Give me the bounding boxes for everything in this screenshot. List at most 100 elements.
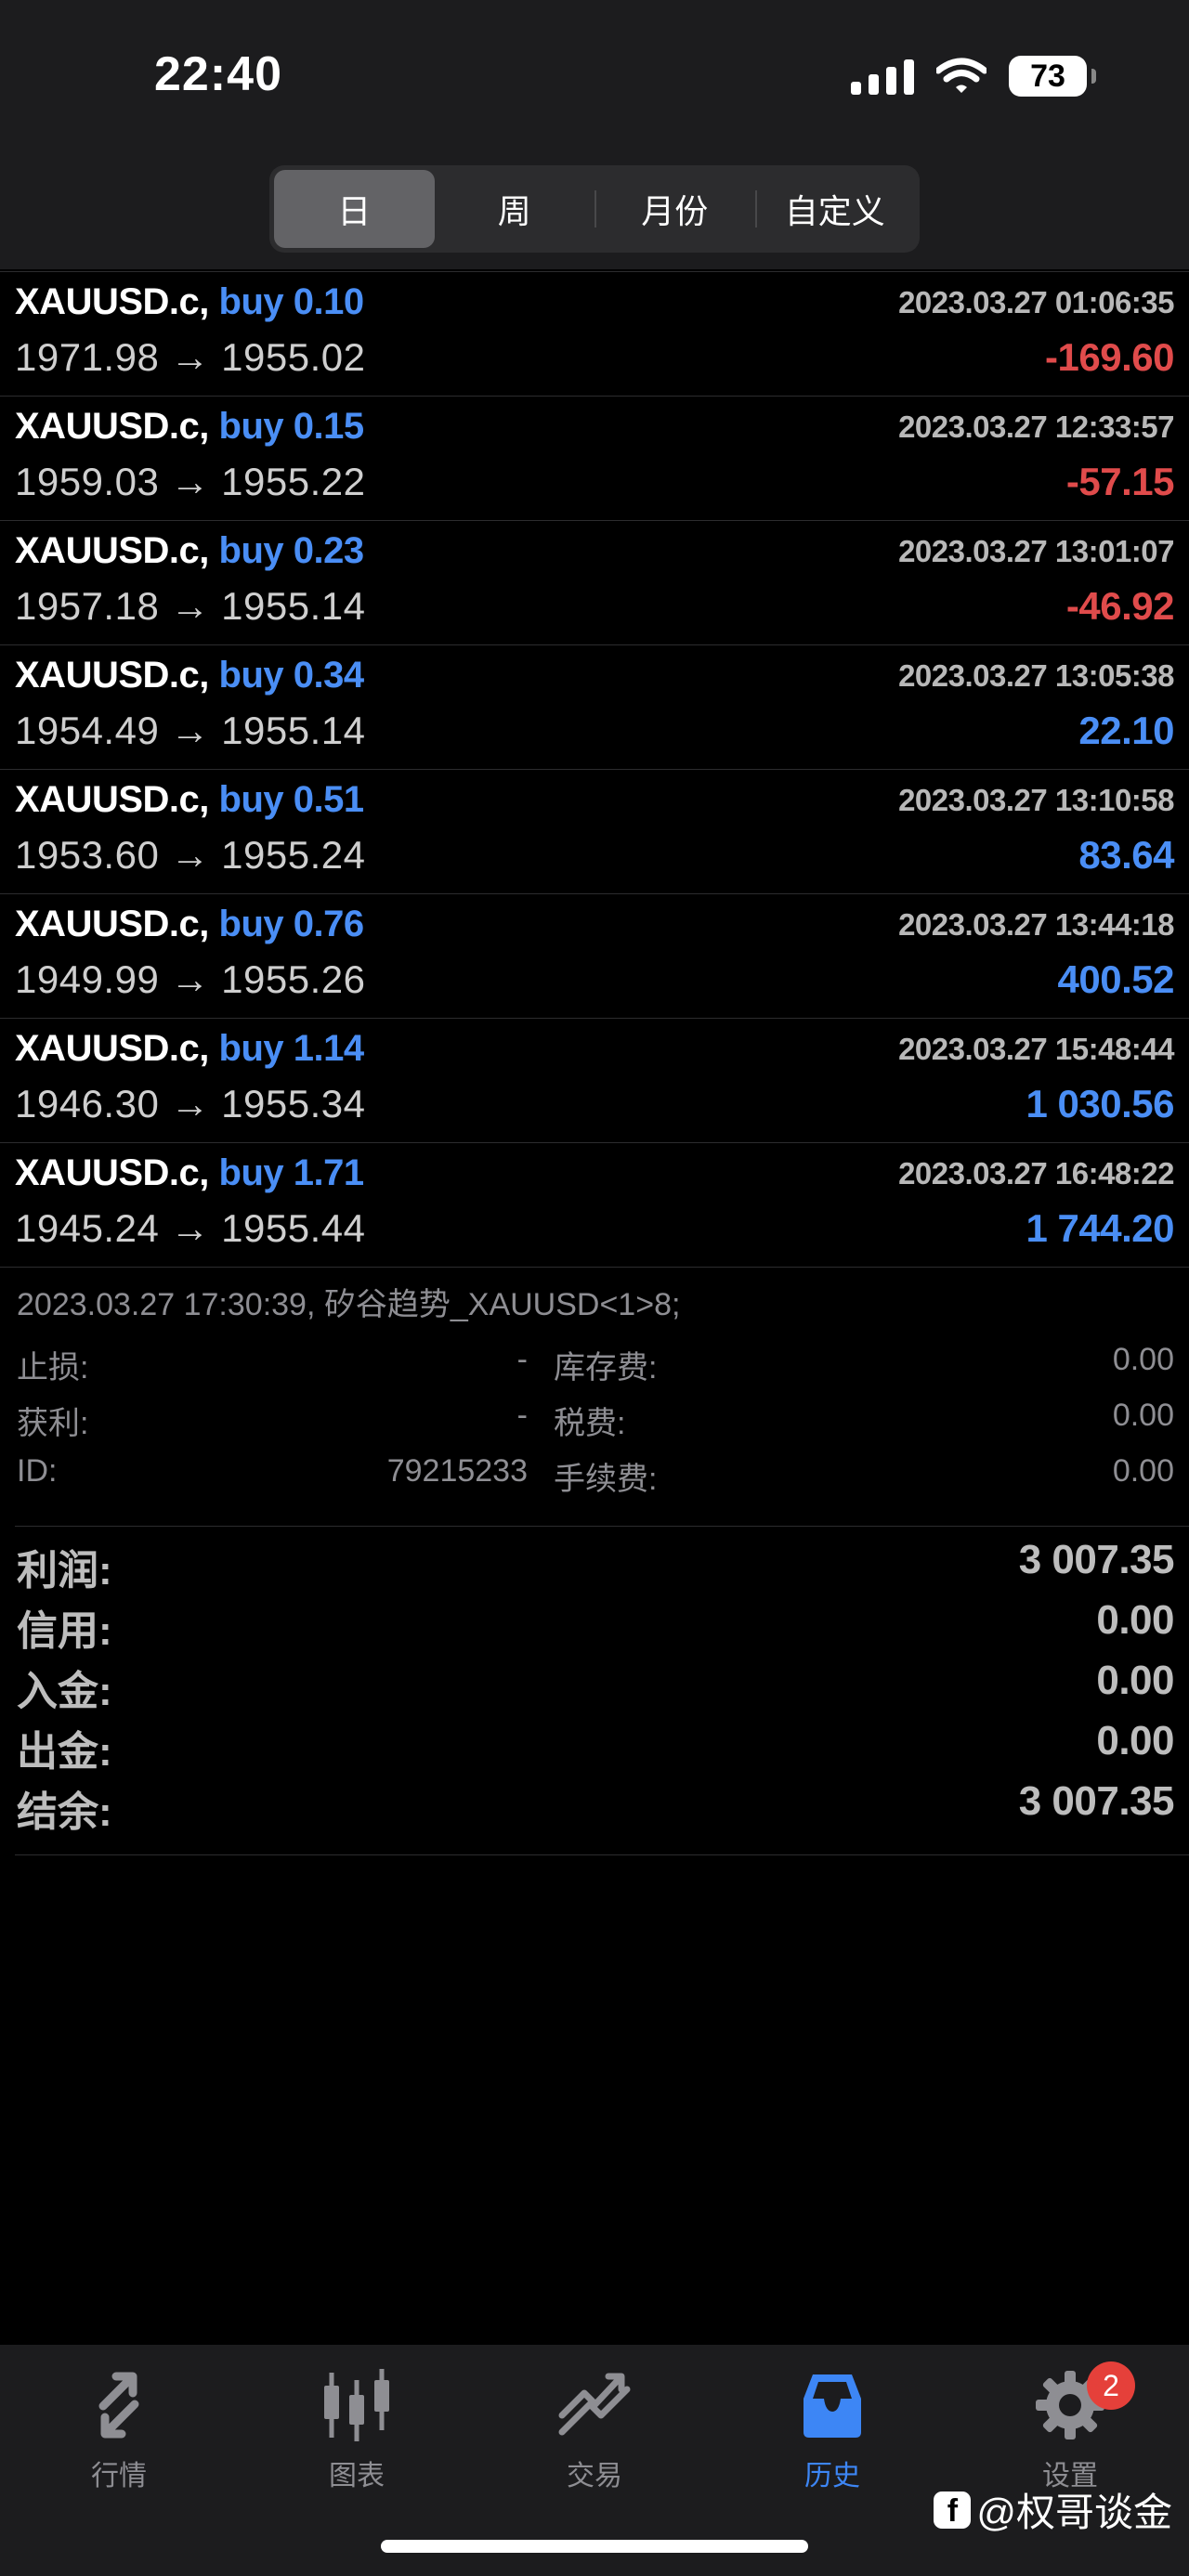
trade-prices: 1945.24 → 1955.44 xyxy=(15,1206,366,1250)
trade-symbol: XAUUSD.c, buy 0.10 xyxy=(15,281,364,323)
summary-label: 信用: xyxy=(17,1608,112,1654)
summary-row-balance: 结余: 3 007.35 xyxy=(0,1778,1189,1838)
summary-label: 入金: xyxy=(17,1669,112,1714)
summary-row-profit: 利润: 3 007.35 xyxy=(0,1537,1189,1596)
summary-label: 出金: xyxy=(17,1729,112,1775)
trade-prices: 1953.60 → 1955.24 xyxy=(15,833,366,877)
detail-label: 止损: xyxy=(17,1350,89,1386)
status-time: 22:40 xyxy=(154,47,282,101)
watermark: f @权哥谈金 xyxy=(934,2481,1172,2538)
summary-row-withdrawal: 出金: 0.00 xyxy=(0,1718,1189,1777)
trade-side-volume: buy 1.14 xyxy=(218,1028,365,1069)
summary-value: 0.00 xyxy=(1096,1597,1174,1643)
tab-week[interactable]: 周 xyxy=(435,170,595,248)
trade-side-volume: buy 0.34 xyxy=(218,655,365,696)
tab-charts[interactable]: 图表 xyxy=(264,2363,450,2512)
detail-label: 税费: xyxy=(554,1406,626,1441)
summary-row-credit: 信用: 0.00 xyxy=(0,1597,1189,1657)
detail-value: - xyxy=(516,1398,528,1433)
trade-profit: 22.10 xyxy=(1078,709,1174,752)
trade-row[interactable]: XAUUSD.c, buy 0.10 2023.03.27 01:06:35 1… xyxy=(0,271,1189,397)
period-segmented-control: 日 周 月份 自定义 xyxy=(269,165,920,253)
summary-label: 结余: xyxy=(17,1789,112,1835)
trade-profit: 83.64 xyxy=(1078,833,1174,877)
detail-row: 止损: - 库存费: 0.00 xyxy=(0,1342,1189,1398)
trade-row[interactable]: XAUUSD.c, buy 1.14 2023.03.27 15:48:44 1… xyxy=(0,1019,1189,1143)
divider xyxy=(15,1526,1189,1527)
trade-row[interactable]: XAUUSD.c, buy 0.23 2023.03.27 13:01:07 1… xyxy=(0,521,1189,645)
trade-time: 2023.03.27 13:01:07 xyxy=(898,534,1174,568)
trade-time: 2023.03.27 15:48:44 xyxy=(898,1032,1174,1066)
summary-row-deposit: 入金: 0.00 xyxy=(0,1658,1189,1717)
candlestick-chart-icon xyxy=(324,2369,389,2441)
detail-label: 库存费: xyxy=(554,1350,658,1386)
detail-value: 0.00 xyxy=(1112,1398,1174,1433)
trade-prices: 1957.18 → 1955.14 xyxy=(15,584,366,628)
tab-label: 历史 xyxy=(804,2461,860,2491)
tab-label: 图表 xyxy=(329,2461,385,2491)
trade-prices: 1971.98 → 1955.02 xyxy=(15,335,366,379)
battery-icon: 73 xyxy=(1009,56,1096,97)
summary-value: 3 007.35 xyxy=(1018,1537,1175,1582)
trade-side-volume: buy 0.23 xyxy=(218,530,365,571)
detail-value: - xyxy=(516,1342,528,1377)
trade-profit: -57.15 xyxy=(1065,460,1175,503)
tab-history[interactable]: 历史 xyxy=(739,2363,925,2512)
trade-side-volume: buy 1.71 xyxy=(218,1152,365,1193)
trade-chart-icon xyxy=(558,2373,631,2436)
trade-profit: 400.52 xyxy=(1057,957,1175,1001)
trade-time: 2023.03.27 01:06:35 xyxy=(898,285,1174,319)
trade-symbol: XAUUSD.c, buy 0.23 xyxy=(15,530,364,572)
trade-time: 2023.03.27 13:44:18 xyxy=(898,907,1174,942)
trade-row[interactable]: XAUUSD.c, buy 0.34 2023.03.27 13:05:38 1… xyxy=(0,645,1189,770)
trade-time: 2023.03.27 13:05:38 xyxy=(898,658,1174,693)
battery-level: 73 xyxy=(1030,58,1065,94)
detail-label: 手续费: xyxy=(554,1462,658,1497)
trade-symbol: XAUUSD.c, buy 0.76 xyxy=(15,904,364,945)
symbol-name: XAUUSD.c, xyxy=(15,281,209,322)
symbol-name: XAUUSD.c, xyxy=(15,904,209,944)
tab-month[interactable]: 月份 xyxy=(594,170,755,248)
trade-time: 2023.03.27 13:10:58 xyxy=(898,783,1174,817)
tab-day[interactable]: 日 xyxy=(274,170,435,248)
detail-value: 0.00 xyxy=(1112,1453,1174,1489)
facebook-icon: f xyxy=(934,2491,972,2529)
quotes-arrows-icon xyxy=(98,2372,139,2439)
status-bar: 22:40 73 xyxy=(0,0,1189,158)
symbol-name: XAUUSD.c, xyxy=(15,1152,209,1193)
trade-symbol: XAUUSD.c, buy 0.34 xyxy=(15,655,364,696)
tab-trade[interactable]: 交易 xyxy=(502,2363,687,2512)
trade-side-volume: buy 0.10 xyxy=(218,281,365,322)
trade-row[interactable]: XAUUSD.c, buy 0.76 2023.03.27 13:44:18 1… xyxy=(0,894,1189,1019)
tab-custom[interactable]: 自定义 xyxy=(754,170,916,248)
cellular-signal-icon xyxy=(851,58,914,95)
symbol-name: XAUUSD.c, xyxy=(15,655,209,696)
trade-profit: -169.60 xyxy=(1045,335,1174,379)
trade-prices: 1954.49 → 1955.14 xyxy=(15,709,366,752)
trade-prices: 1946.30 → 1955.34 xyxy=(15,1082,366,1125)
trade-time: 2023.03.27 16:48:22 xyxy=(898,1156,1174,1190)
trade-row-expanded[interactable]: XAUUSD.c, buy 1.71 2023.03.27 16:48:22 1… xyxy=(0,1143,1189,1268)
status-indicators: 73 xyxy=(851,56,1096,97)
trade-symbol: XAUUSD.c, buy 0.51 xyxy=(15,779,364,821)
detail-value: 79215233 xyxy=(386,1453,528,1489)
trade-symbol: XAUUSD.c, buy 1.14 xyxy=(15,1028,364,1070)
detail-row: ID: 79215233 手续费: 0.00 xyxy=(0,1453,1189,1509)
detail-header: 2023.03.27 17:30:39, 矽谷趋势_XAUUSD<1>8; xyxy=(17,1287,681,1322)
detail-label: 获利: xyxy=(17,1406,89,1441)
trade-row[interactable]: XAUUSD.c, buy 0.51 2023.03.27 13:10:58 1… xyxy=(0,770,1189,894)
summary-value: 3 007.35 xyxy=(1018,1778,1175,1824)
divider xyxy=(15,1854,1189,1855)
symbol-name: XAUUSD.c, xyxy=(15,779,209,820)
tab-label: 交易 xyxy=(567,2461,622,2491)
trade-side-volume: buy 0.76 xyxy=(218,904,365,944)
notification-badge: 2 xyxy=(1087,2361,1135,2410)
watermark-text: @权哥谈金 xyxy=(976,2491,1172,2534)
wifi-icon xyxy=(936,58,986,93)
tab-quotes[interactable]: 行情 xyxy=(26,2363,212,2512)
detail-row: 获利: - 税费: 0.00 xyxy=(0,1398,1189,1453)
home-indicator[interactable] xyxy=(381,2540,808,2553)
detail-value: 0.00 xyxy=(1112,1342,1174,1377)
trade-history-list: XAUUSD.c, buy 0.10 2023.03.27 01:06:35 1… xyxy=(0,271,1189,1268)
trade-row[interactable]: XAUUSD.c, buy 0.15 2023.03.27 12:33:57 1… xyxy=(0,397,1189,521)
